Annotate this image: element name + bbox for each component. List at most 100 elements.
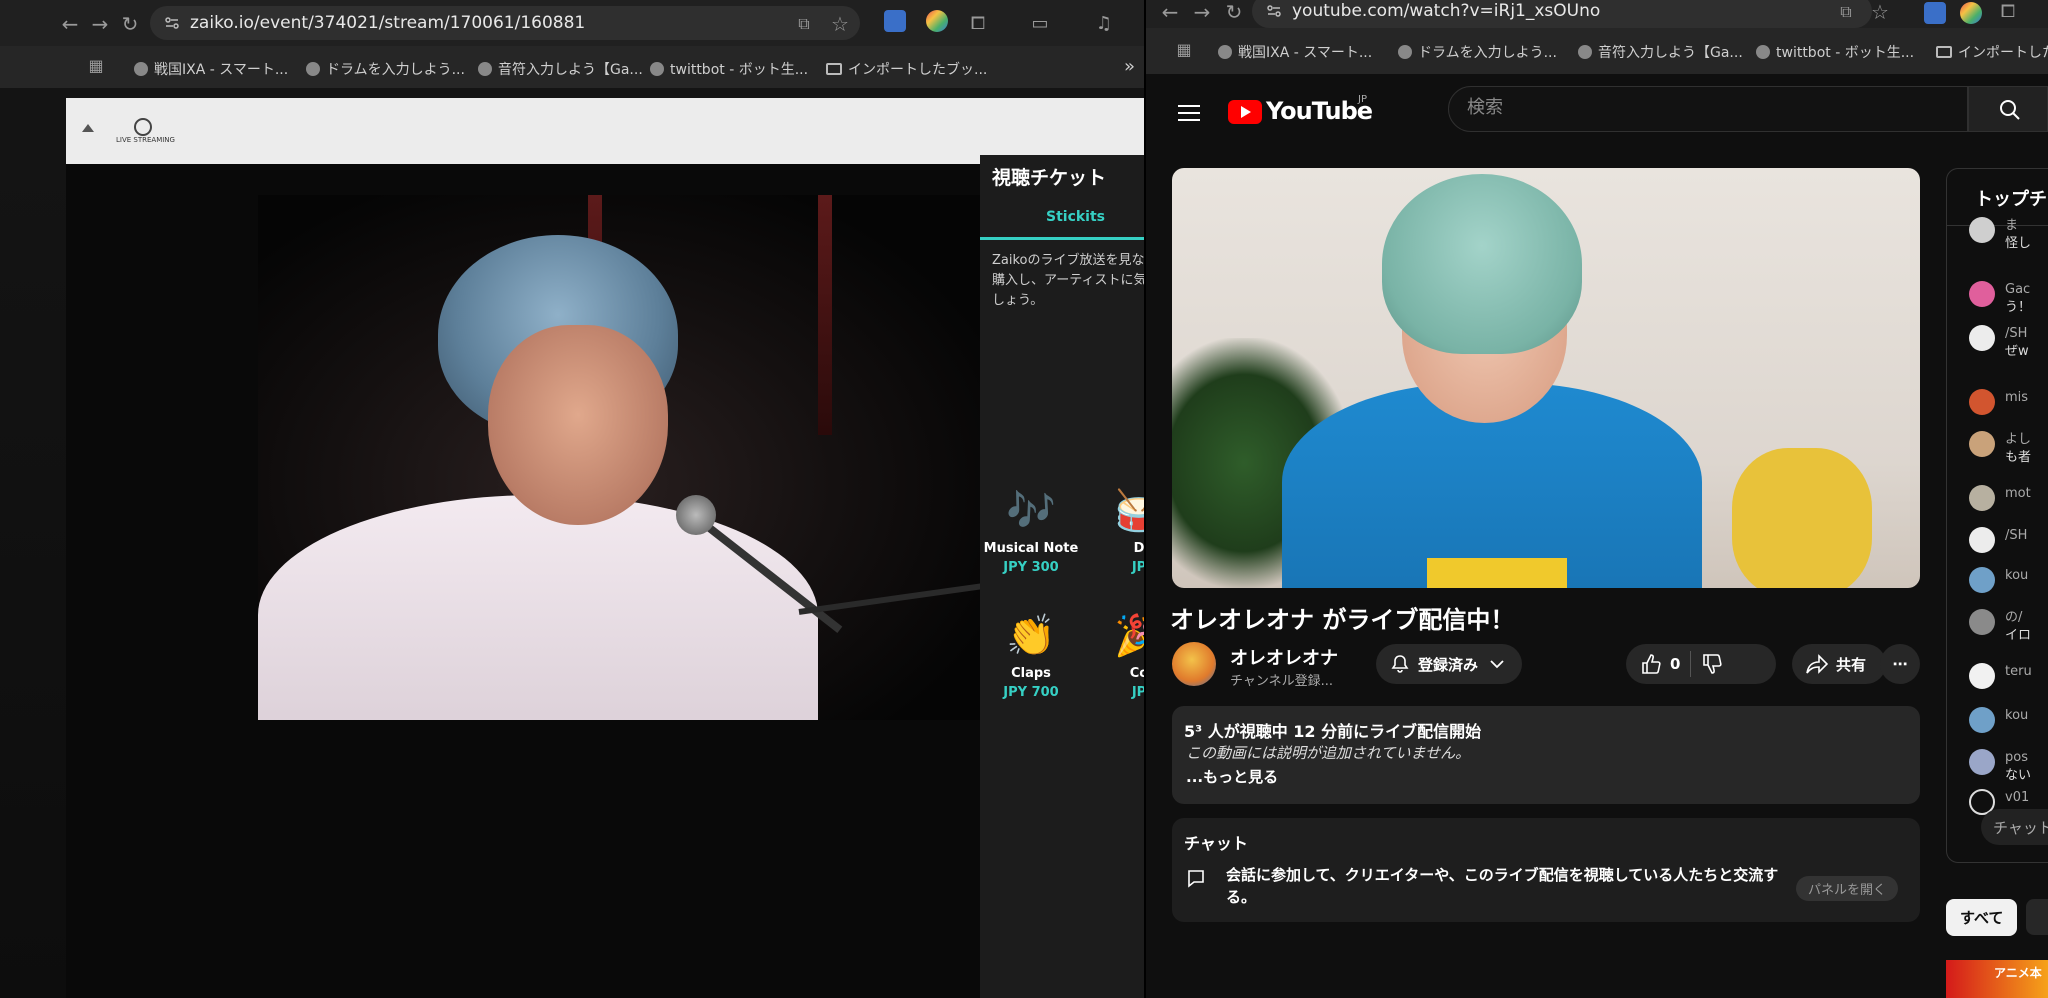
chat-message[interactable]: /SH (1969, 527, 2027, 553)
bookmark-item[interactable]: twittbot - ボット生... (650, 59, 808, 79)
screen-cast-icon[interactable]: ▭ (1028, 12, 1052, 36)
folder-icon (1936, 46, 1952, 58)
open-panel-button[interactable]: パネルを開く (1796, 876, 1899, 901)
chat-message[interactable]: kou (1969, 707, 2028, 733)
bookmark-item[interactable]: 戦国IXA - スマート... (134, 59, 288, 79)
chat-author: mis (2005, 390, 2029, 405)
ticket-panel: 視聴チケット Stickits Zaikoのライブ放送を見ながらStickits… (980, 155, 1146, 998)
stickit-drum[interactable]: 🥁 D JP (1084, 485, 1146, 575)
video-player[interactable] (1172, 168, 1920, 588)
description-box[interactable]: 5³ 人が視聴中 12 分前にライブ配信開始 この動画には説明が追加されていませ… (1172, 706, 1920, 804)
stickit-claps[interactable]: 👏 Claps JPY 700 (980, 610, 1086, 700)
apps-grid-icon[interactable]: ▦ (1172, 38, 1196, 62)
chat-message[interactable]: Gac う！ (1969, 281, 2031, 317)
back-icon[interactable]: ← (58, 12, 82, 36)
subscribed-label: 登録済み (1418, 655, 1479, 674)
chat-avatar (1969, 325, 1995, 351)
forward-icon[interactable]: → (88, 12, 112, 36)
bookmark-folder[interactable]: インポートしたブ (1936, 42, 2048, 62)
tab-stickits[interactable]: Stickits (1046, 209, 1105, 225)
address-bar[interactable]: youtube.com/watch?v=iRj1_xsOUno (1252, 0, 1872, 28)
chat-message[interactable]: よし も者 (1969, 431, 2031, 467)
no-description-text: この動画には説明が追加されていません。 (1186, 744, 1471, 762)
chat-text: イロ (2005, 628, 2032, 643)
zaiko-logo[interactable]: LIVE STREAMING (106, 114, 186, 148)
stickit-musical-note[interactable]: 🎶 Musical Note JPY 300 (980, 485, 1086, 575)
address-bar[interactable]: zaiko.io/event/374021/stream/170061/1608… (150, 6, 860, 40)
channel-avatar[interactable] (1172, 642, 1216, 686)
bookmark-favicon-icon (134, 62, 148, 76)
reload-icon[interactable]: ↻ (118, 12, 142, 36)
bookmark-item[interactable]: 音符入力しよう【Ga... (1578, 42, 1743, 62)
chat-message[interactable]: の/イロ (1969, 609, 2031, 645)
search-input[interactable] (1467, 97, 1947, 118)
chat-message[interactable]: teru (1969, 663, 2032, 689)
chat-message[interactable]: /SH ぜw (1969, 325, 2029, 361)
bookmark-star-icon[interactable]: ☆ (1868, 0, 1892, 24)
channel-name[interactable]: オレオレオナ (1230, 644, 1338, 670)
bookmark-label: ドラムを入力しよう... (1418, 45, 1557, 61)
subscribed-button[interactable]: 登録済み (1376, 644, 1523, 684)
translate-extension-icon[interactable] (1924, 2, 1946, 24)
youtube-logo-icon[interactable] (1228, 100, 1262, 124)
reload-icon[interactable]: ↻ (1222, 0, 1246, 24)
chat-avatar (1969, 281, 1995, 307)
chat-message[interactable]: kou (1969, 567, 2028, 593)
stickit-confetti[interactable]: 🎉 Co JP (1084, 610, 1146, 700)
media-control-icon[interactable]: ♫ (1092, 12, 1116, 36)
chat-author: pos (2005, 750, 2028, 765)
top-chat-header[interactable]: トップチ (1975, 185, 2047, 211)
bookmark-item[interactable]: 音符入力しよう【Ga... (478, 59, 643, 79)
extensions-icon[interactable]: ⧠ (1996, 0, 2020, 24)
youtube-wordmark[interactable]: YouTube (1266, 97, 1373, 125)
bookmarks-overflow-button[interactable]: » (1124, 56, 1135, 77)
search-box[interactable] (1448, 86, 1968, 132)
chat-message[interactable]: mis (1969, 389, 2028, 415)
chat-message[interactable]: mot (1969, 485, 2031, 511)
more-actions-button[interactable]: ⋯ (1880, 644, 1920, 684)
microphone-icon (676, 495, 716, 535)
chip-all[interactable]: すべて (1946, 899, 2018, 936)
performer-body (258, 495, 818, 720)
chip-next[interactable] (2026, 899, 2048, 935)
youtube-masthead: YouTube JP (1146, 74, 2048, 150)
stickit-price: JPY 700 (1003, 685, 1059, 700)
site-settings-icon[interactable] (164, 15, 180, 31)
collapse-caret-icon[interactable] (82, 124, 94, 132)
like-dislike-group: 0 (1626, 644, 1776, 684)
bookmark-label: twittbot - ボット生... (670, 62, 809, 78)
back-icon[interactable]: ← (1158, 0, 1182, 24)
site-settings-icon[interactable] (1266, 3, 1282, 19)
like-icon[interactable] (1640, 653, 1662, 675)
recommended-video-thumbnail[interactable]: アニメ本 (1946, 960, 2048, 998)
extensions-icon[interactable]: ⧠ (966, 12, 990, 36)
chat-message[interactable]: pos ない (1969, 749, 2031, 785)
chat-text: ない (2005, 768, 2032, 783)
cast-icon[interactable]: ⧉ (1834, 0, 1858, 24)
bookmark-star-icon[interactable]: ☆ (828, 12, 852, 36)
url-text: zaiko.io/event/374021/stream/170061/1608… (190, 13, 586, 33)
color-extension-icon[interactable] (926, 10, 948, 32)
bell-icon (1390, 654, 1410, 674)
cast-icon[interactable]: ⧉ (792, 12, 816, 36)
bookmark-folder[interactable]: インポートしたブッ... (826, 59, 987, 79)
search-button[interactable] (1968, 86, 2048, 132)
bookmark-item[interactable]: twittbot - ボット生... (1756, 42, 1914, 62)
chat-input[interactable]: チャット (1981, 809, 2048, 845)
bookmark-item[interactable]: ドラムを入力しよう... (1398, 42, 1557, 62)
bookmark-item[interactable]: ドラムを入力しよう... (306, 59, 465, 79)
translate-extension-icon[interactable] (884, 10, 906, 32)
apps-grid-icon[interactable]: ▦ (84, 54, 108, 78)
color-extension-icon[interactable] (1960, 2, 1982, 24)
share-button[interactable]: 共有 (1792, 644, 1887, 684)
microphone-boom (798, 581, 980, 615)
browser-toolbar: ← → ↻ zaiko.io/event/374021/stream/17006… (0, 0, 1146, 46)
chat-message[interactable]: ま怪し (1969, 217, 2031, 253)
live-stream-video[interactable] (258, 195, 980, 720)
show-more-link[interactable]: ...もっと見る (1186, 766, 1278, 787)
ticket-panel-title: 視聴チケット (992, 167, 1107, 189)
bookmark-item[interactable]: 戦国IXA - スマート... (1218, 42, 1372, 62)
menu-icon[interactable] (1178, 100, 1200, 126)
dislike-icon[interactable] (1701, 653, 1723, 675)
forward-icon[interactable]: → (1190, 0, 1214, 24)
